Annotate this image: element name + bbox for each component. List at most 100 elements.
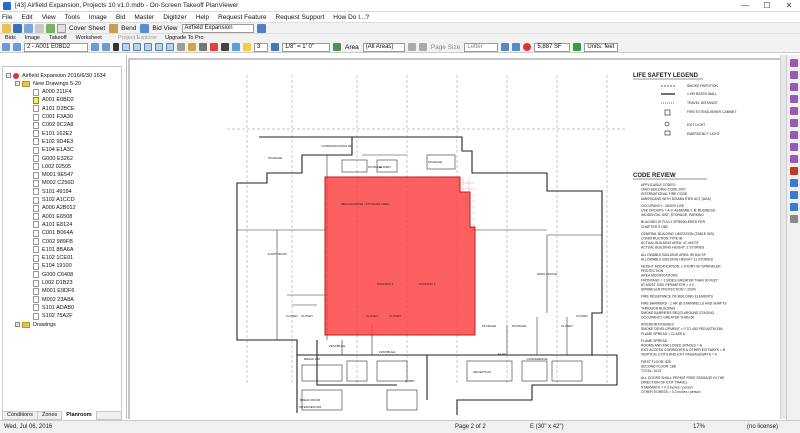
menu-bid[interactable]: Bid bbox=[116, 14, 125, 21]
expand-toggle-icon[interactable]: + bbox=[15, 322, 20, 327]
rectangle-icon[interactable] bbox=[790, 119, 798, 127]
bid-select[interactable]: Airfield Expansion bbox=[181, 23, 254, 33]
arrow-markup-icon[interactable] bbox=[790, 71, 798, 79]
eraser-icon[interactable] bbox=[790, 167, 798, 175]
line-icon[interactable] bbox=[199, 43, 207, 51]
tab-upgrade-to-pro[interactable]: Upgrade To Pro bbox=[165, 35, 203, 41]
page-icon bbox=[33, 229, 39, 237]
pointer-icon[interactable] bbox=[113, 43, 119, 51]
cover-sheet-icon[interactable] bbox=[57, 23, 66, 33]
zoom-window-icon[interactable] bbox=[155, 43, 163, 51]
bid-view-icon[interactable] bbox=[140, 23, 150, 33]
layers-icon[interactable] bbox=[790, 179, 798, 187]
count-icon[interactable] bbox=[512, 43, 521, 51]
code-review-line: ALLOWABLE BUILDING AREA: 89,844 SF bbox=[641, 253, 706, 257]
print-icon[interactable] bbox=[24, 23, 33, 33]
freehand-icon[interactable] bbox=[790, 143, 798, 151]
tab-planroom[interactable]: Planroom bbox=[62, 411, 97, 420]
code-review-line: CONSTRUCTION TYPE IB bbox=[641, 237, 683, 241]
zoom-out-icon[interactable] bbox=[144, 43, 152, 51]
settings-icon[interactable] bbox=[790, 215, 798, 223]
menu-how-do-i[interactable]: How Do I...? bbox=[333, 14, 369, 21]
tree-folder-drawings[interactable]: + Drawings bbox=[15, 320, 56, 329]
menu-help[interactable]: Help bbox=[196, 14, 209, 21]
expand-toggle-icon[interactable]: − bbox=[6, 73, 11, 78]
cover-sheet-button[interactable]: Cover Sheet bbox=[69, 25, 105, 32]
markup-icon[interactable] bbox=[790, 59, 798, 67]
stamp-icon[interactable] bbox=[790, 155, 798, 163]
drawing-canvas[interactable]: LIFE SAFETY LEGEND SMOKE PARTITION 1-HR R… bbox=[126, 55, 784, 419]
prev-page-icon[interactable] bbox=[91, 43, 99, 51]
tab-worksheet[interactable]: Worksheet bbox=[76, 35, 102, 41]
tab-conditions[interactable]: Conditions bbox=[3, 411, 38, 420]
bid-settings-icon[interactable] bbox=[256, 23, 266, 33]
menu-tools[interactable]: Tools bbox=[65, 14, 80, 21]
room-label: INTERVIEW RM bbox=[299, 405, 322, 409]
page-icon bbox=[33, 179, 39, 187]
pen-icon[interactable] bbox=[210, 43, 218, 51]
zoom-select[interactable]: 3 bbox=[254, 42, 268, 52]
overlay-icon[interactable] bbox=[790, 191, 798, 199]
room-label: BREAK ROOM bbox=[300, 398, 321, 402]
fit-page-icon[interactable] bbox=[166, 43, 174, 51]
record-icon[interactable] bbox=[523, 43, 532, 51]
highlight-icon[interactable] bbox=[188, 43, 196, 51]
bid-view-button[interactable]: Bid View bbox=[152, 25, 177, 32]
callout-icon[interactable] bbox=[790, 95, 798, 103]
dimension-icon[interactable] bbox=[573, 43, 582, 51]
page-setup-icon[interactable] bbox=[418, 43, 427, 51]
color-icon[interactable] bbox=[232, 43, 240, 51]
area-select[interactable]: (All Areas) bbox=[362, 42, 405, 52]
refresh-icon[interactable] bbox=[46, 23, 55, 33]
page-icon bbox=[33, 138, 39, 146]
zoom-in-icon[interactable] bbox=[133, 43, 141, 51]
menu-master[interactable]: Master bbox=[134, 14, 154, 21]
nav-forward-icon[interactable] bbox=[13, 43, 21, 51]
tab-image[interactable]: Image bbox=[25, 35, 40, 41]
tab-zones[interactable]: Zones bbox=[38, 411, 63, 420]
menu-digitizer[interactable]: Digitizer bbox=[163, 14, 186, 21]
bend-icon[interactable] bbox=[109, 23, 119, 33]
rotate-icon[interactable] bbox=[177, 43, 185, 51]
tab-bids[interactable]: Bids bbox=[5, 35, 16, 41]
menu-image[interactable]: Image bbox=[89, 14, 107, 21]
maximize-button[interactable]: ☐ bbox=[756, 0, 778, 12]
menu-request-feature[interactable]: Request Feature bbox=[218, 14, 266, 21]
code-review-line: INTERNATIONAL FIRE CODE bbox=[641, 192, 688, 196]
scale-select[interactable]: 1/8" = 1' 0" bbox=[282, 42, 330, 52]
properties-icon[interactable] bbox=[35, 23, 44, 33]
text-icon[interactable] bbox=[221, 43, 229, 51]
takeoff-area-highlight[interactable] bbox=[324, 176, 476, 336]
room-label: CONFERENCE bbox=[526, 357, 547, 361]
close-button[interactable]: ✕ bbox=[778, 0, 800, 12]
cloud-markup-icon[interactable] bbox=[790, 83, 798, 91]
legend-items: SMOKE PARTITION 1-HR RATED WALL TRAVEL DIS… bbox=[687, 84, 737, 136]
area-settings-icon[interactable] bbox=[407, 43, 416, 51]
polygon-icon[interactable] bbox=[790, 131, 798, 139]
open-folder-icon[interactable] bbox=[2, 23, 11, 33]
ellipse-icon[interactable] bbox=[790, 107, 798, 115]
units-select[interactable]: Units: feet bbox=[584, 42, 619, 52]
status-date: Wed, Jul 06, 2016 bbox=[4, 424, 53, 430]
menu-file[interactable]: File bbox=[2, 14, 12, 21]
pan-icon[interactable] bbox=[122, 43, 130, 51]
tree-item-label: A001 E0BD2 bbox=[42, 97, 74, 104]
measure-icon[interactable] bbox=[501, 43, 510, 51]
note-icon[interactable] bbox=[243, 43, 251, 51]
menu-request-support[interactable]: Request Support bbox=[276, 14, 325, 21]
arrow-icon[interactable] bbox=[333, 43, 341, 51]
page-select[interactable]: 2 - A001 E0BD2 bbox=[24, 42, 88, 52]
expand-toggle-icon[interactable]: − bbox=[15, 81, 20, 87]
bend-button[interactable]: Bend bbox=[121, 25, 136, 32]
minimize-button[interactable]: — bbox=[734, 0, 756, 12]
nav-back-icon[interactable] bbox=[2, 43, 10, 51]
compare-icon[interactable] bbox=[790, 203, 798, 211]
menu-edit[interactable]: Edit bbox=[21, 14, 32, 21]
next-page-icon[interactable] bbox=[102, 43, 110, 51]
tab-project-explorer[interactable]: Project Explorer bbox=[118, 35, 157, 41]
page-size-select[interactable]: Letter bbox=[464, 42, 499, 52]
tab-takeoff[interactable]: Takeoff bbox=[49, 35, 67, 41]
menu-view[interactable]: View bbox=[42, 14, 56, 21]
scale-icon[interactable] bbox=[271, 43, 279, 51]
save-icon[interactable] bbox=[13, 23, 22, 33]
